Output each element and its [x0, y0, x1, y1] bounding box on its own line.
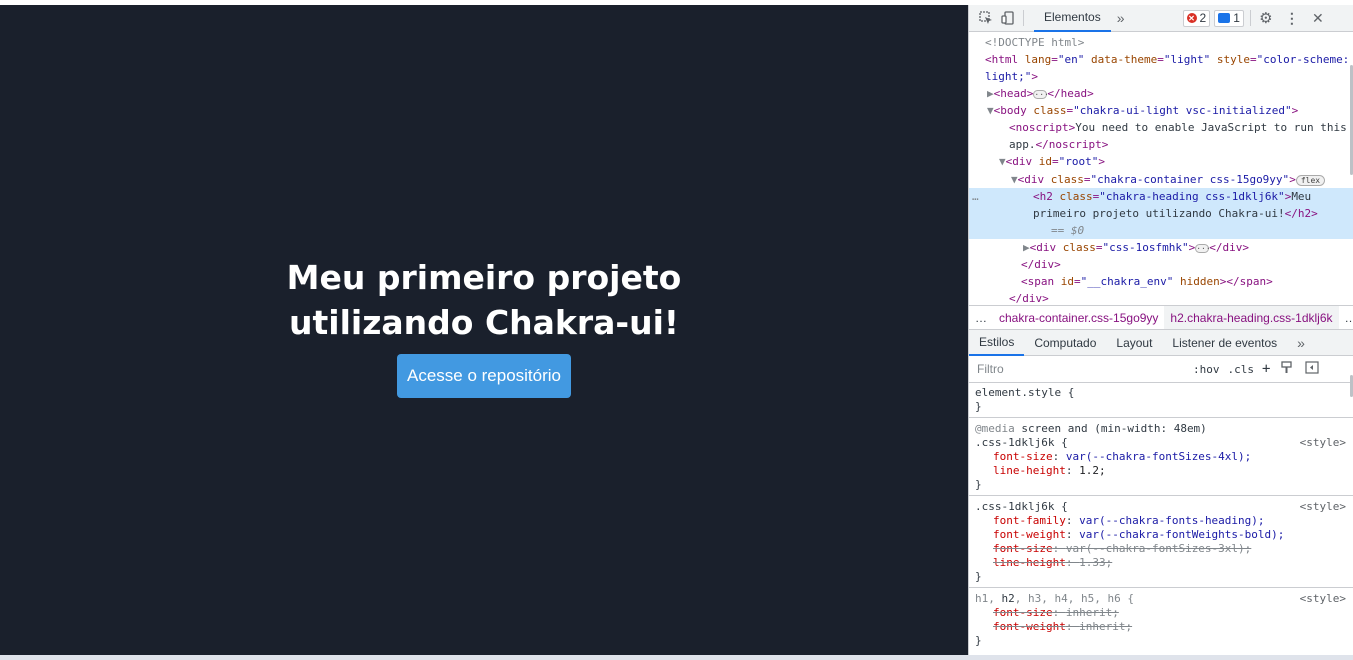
dom-line-root[interactable]: ▼<div id="root"> [999, 153, 1105, 170]
collapsed-ellipsis[interactable]: ··· [1195, 243, 1211, 253]
dom-line-container-close[interactable]: </div> [1021, 256, 1061, 273]
dom-line-head[interactable]: ▶<head>···</head> [987, 85, 1094, 102]
rule-close: } [975, 634, 982, 647]
rule-headings[interactable]: h1, h2, h3, h4, h5, h6 {<style> font-siz… [969, 588, 1353, 651]
new-rule-plus-icon[interactable]: + [1262, 361, 1270, 377]
flex-badge[interactable]: flex [1295, 174, 1326, 186]
rule-close: } [975, 400, 982, 413]
cls-toggle[interactable]: .cls [1228, 363, 1255, 376]
collapsed-ellipsis[interactable]: ··· [1033, 89, 1049, 99]
rule-selector: element.style { [975, 386, 1075, 399]
toolbar-divider [1023, 10, 1024, 26]
rule-property[interactable]: font-weight: var(--chakra-fontWeights-bo… [975, 528, 1348, 542]
breadcrumb-item-h2[interactable]: h2.chakra-heading.css-1dklj6k [1164, 306, 1339, 329]
message-count-badge[interactable]: 1 [1214, 9, 1244, 27]
page-viewport: Meu primeiro projeto utilizando Chakra-u… [0, 5, 968, 655]
rule-property[interactable]: font-size: var(--chakra-fontSizes-4xl); [975, 450, 1348, 464]
breadcrumb-more[interactable]: … [1339, 311, 1353, 325]
rule-source-link[interactable]: <style> [1300, 436, 1346, 450]
error-count: 2 [1199, 11, 1207, 25]
rule-property-overridden[interactable]: font-size: inherit; [975, 606, 1348, 620]
browser-bottom-edge [0, 655, 1353, 660]
rule-property-overridden[interactable]: font-weight: inherit; [975, 620, 1348, 634]
rule-property-overridden[interactable]: font-size: var(--chakra-fontSizes-3xl); [975, 542, 1348, 556]
dom-line-html-cont: light;"> [985, 70, 1038, 83]
toggle-sidebar-icon[interactable] [1305, 361, 1320, 377]
inspect-element-icon[interactable] [977, 9, 995, 27]
breadcrumb-ellipsis[interactable]: … [969, 311, 993, 325]
dom-line-doctype[interactable]: <!DOCTYPE html> [985, 34, 1084, 51]
more-style-tabs-icon[interactable]: » [1287, 330, 1315, 356]
dom-line-span[interactable]: <span id="__chakra_env" hidden></span> [1021, 273, 1273, 290]
dom-line-html[interactable]: <html lang="en" data-theme="light" style… [985, 51, 1349, 68]
styles-filter-bar: Filtro :hov .cls + [969, 356, 1353, 383]
tab-event-listeners[interactable]: Listener de eventos [1162, 330, 1287, 356]
repository-button[interactable]: Acesse o repositório [396, 353, 572, 398]
device-toolbar-icon[interactable] [999, 9, 1017, 27]
paint-brush-icon[interactable] [1280, 361, 1293, 377]
rule-source-link[interactable]: <style> [1300, 500, 1346, 514]
rule-close: } [975, 478, 982, 491]
message-count: 1 [1233, 11, 1240, 25]
gear-icon[interactable]: ⚙ [1257, 9, 1275, 27]
breadcrumb-item-container[interactable]: chakra-container.css-15go9yy [993, 311, 1164, 325]
filter-input[interactable]: Filtro [973, 359, 1185, 379]
styles-tabbar: Estilos Computado Layout Listener de eve… [969, 330, 1353, 356]
more-options-icon[interactable]: ⋮ [1283, 9, 1301, 27]
rule-selector: .css-1dklj6k {<style> [975, 500, 1346, 514]
devtools-panel: Elementos » ✕ 2 1 ⚙ ⋮ ✕ <!DOCTYPE html> … [968, 5, 1353, 655]
breadcrumb: … chakra-container.css-15go9yy h2.chakra… [969, 305, 1353, 330]
message-icon [1218, 13, 1231, 23]
dom-line-inner-div[interactable]: ▶<div class="css-1osfmhk">···</div> [1023, 239, 1249, 256]
dom-line-noscript[interactable]: <noscript>You need to enable JavaScript … [1009, 119, 1347, 136]
tab-layout[interactable]: Layout [1106, 330, 1162, 356]
hov-toggle[interactable]: :hov [1193, 363, 1220, 376]
rule-property[interactable]: font-family: var(--chakra-fonts-heading)… [975, 514, 1348, 528]
tab-computed[interactable]: Computado [1024, 330, 1106, 356]
dom-line-container[interactable]: ▼<div class="chakra-container css-15go9y… [1011, 171, 1326, 188]
error-icon: ✕ [1186, 13, 1197, 23]
devtools-toolbar: Elementos » ✕ 2 1 ⚙ ⋮ ✕ [969, 5, 1353, 32]
more-tabs-icon[interactable]: » [1117, 10, 1125, 26]
styles-rules: element.style { } @media screen and (min… [969, 383, 1353, 655]
error-count-badge[interactable]: ✕ 2 [1182, 9, 1211, 27]
dom-line-h2-selected[interactable]: … <h2 class="chakra-heading css-1dklj6k"… [969, 188, 1353, 239]
rule-media-css-1dklj6k[interactable]: @media screen and (min-width: 48em) .css… [969, 418, 1353, 496]
rule-source-link[interactable]: <style> [1300, 592, 1346, 606]
dom-line-noscript-cont: app.</noscript> [1009, 138, 1109, 151]
page-heading: Meu primeiro projeto utilizando Chakra-u… [286, 257, 682, 342]
rule-property[interactable]: line-height: 1.2; [975, 464, 1348, 478]
rule-element-style[interactable]: element.style { } [969, 383, 1353, 418]
rule-css-1dklj6k[interactable]: .css-1dklj6k {<style> font-family: var(-… [969, 496, 1353, 588]
dom-line-body[interactable]: ▼<body class="chakra-ui-light vsc-initia… [987, 102, 1298, 119]
close-icon[interactable]: ✕ [1309, 9, 1327, 27]
rule-property-overridden[interactable]: line-height: 1.33; [975, 556, 1348, 570]
rule-media-query: @media screen and (min-width: 48em) [975, 422, 1207, 435]
rule-selector: .css-1dklj6k {<style> [975, 436, 1346, 450]
tab-styles[interactable]: Estilos [969, 330, 1025, 356]
toolbar-divider [1249, 10, 1251, 26]
tab-elements[interactable]: Elementos [1034, 5, 1111, 32]
rule-close: } [975, 570, 982, 583]
dom-tree: <!DOCTYPE html> <html lang="en" data-the… [969, 32, 1353, 305]
rule-selector: h1, h2, h3, h4, h5, h6 {<style> [975, 592, 1346, 606]
